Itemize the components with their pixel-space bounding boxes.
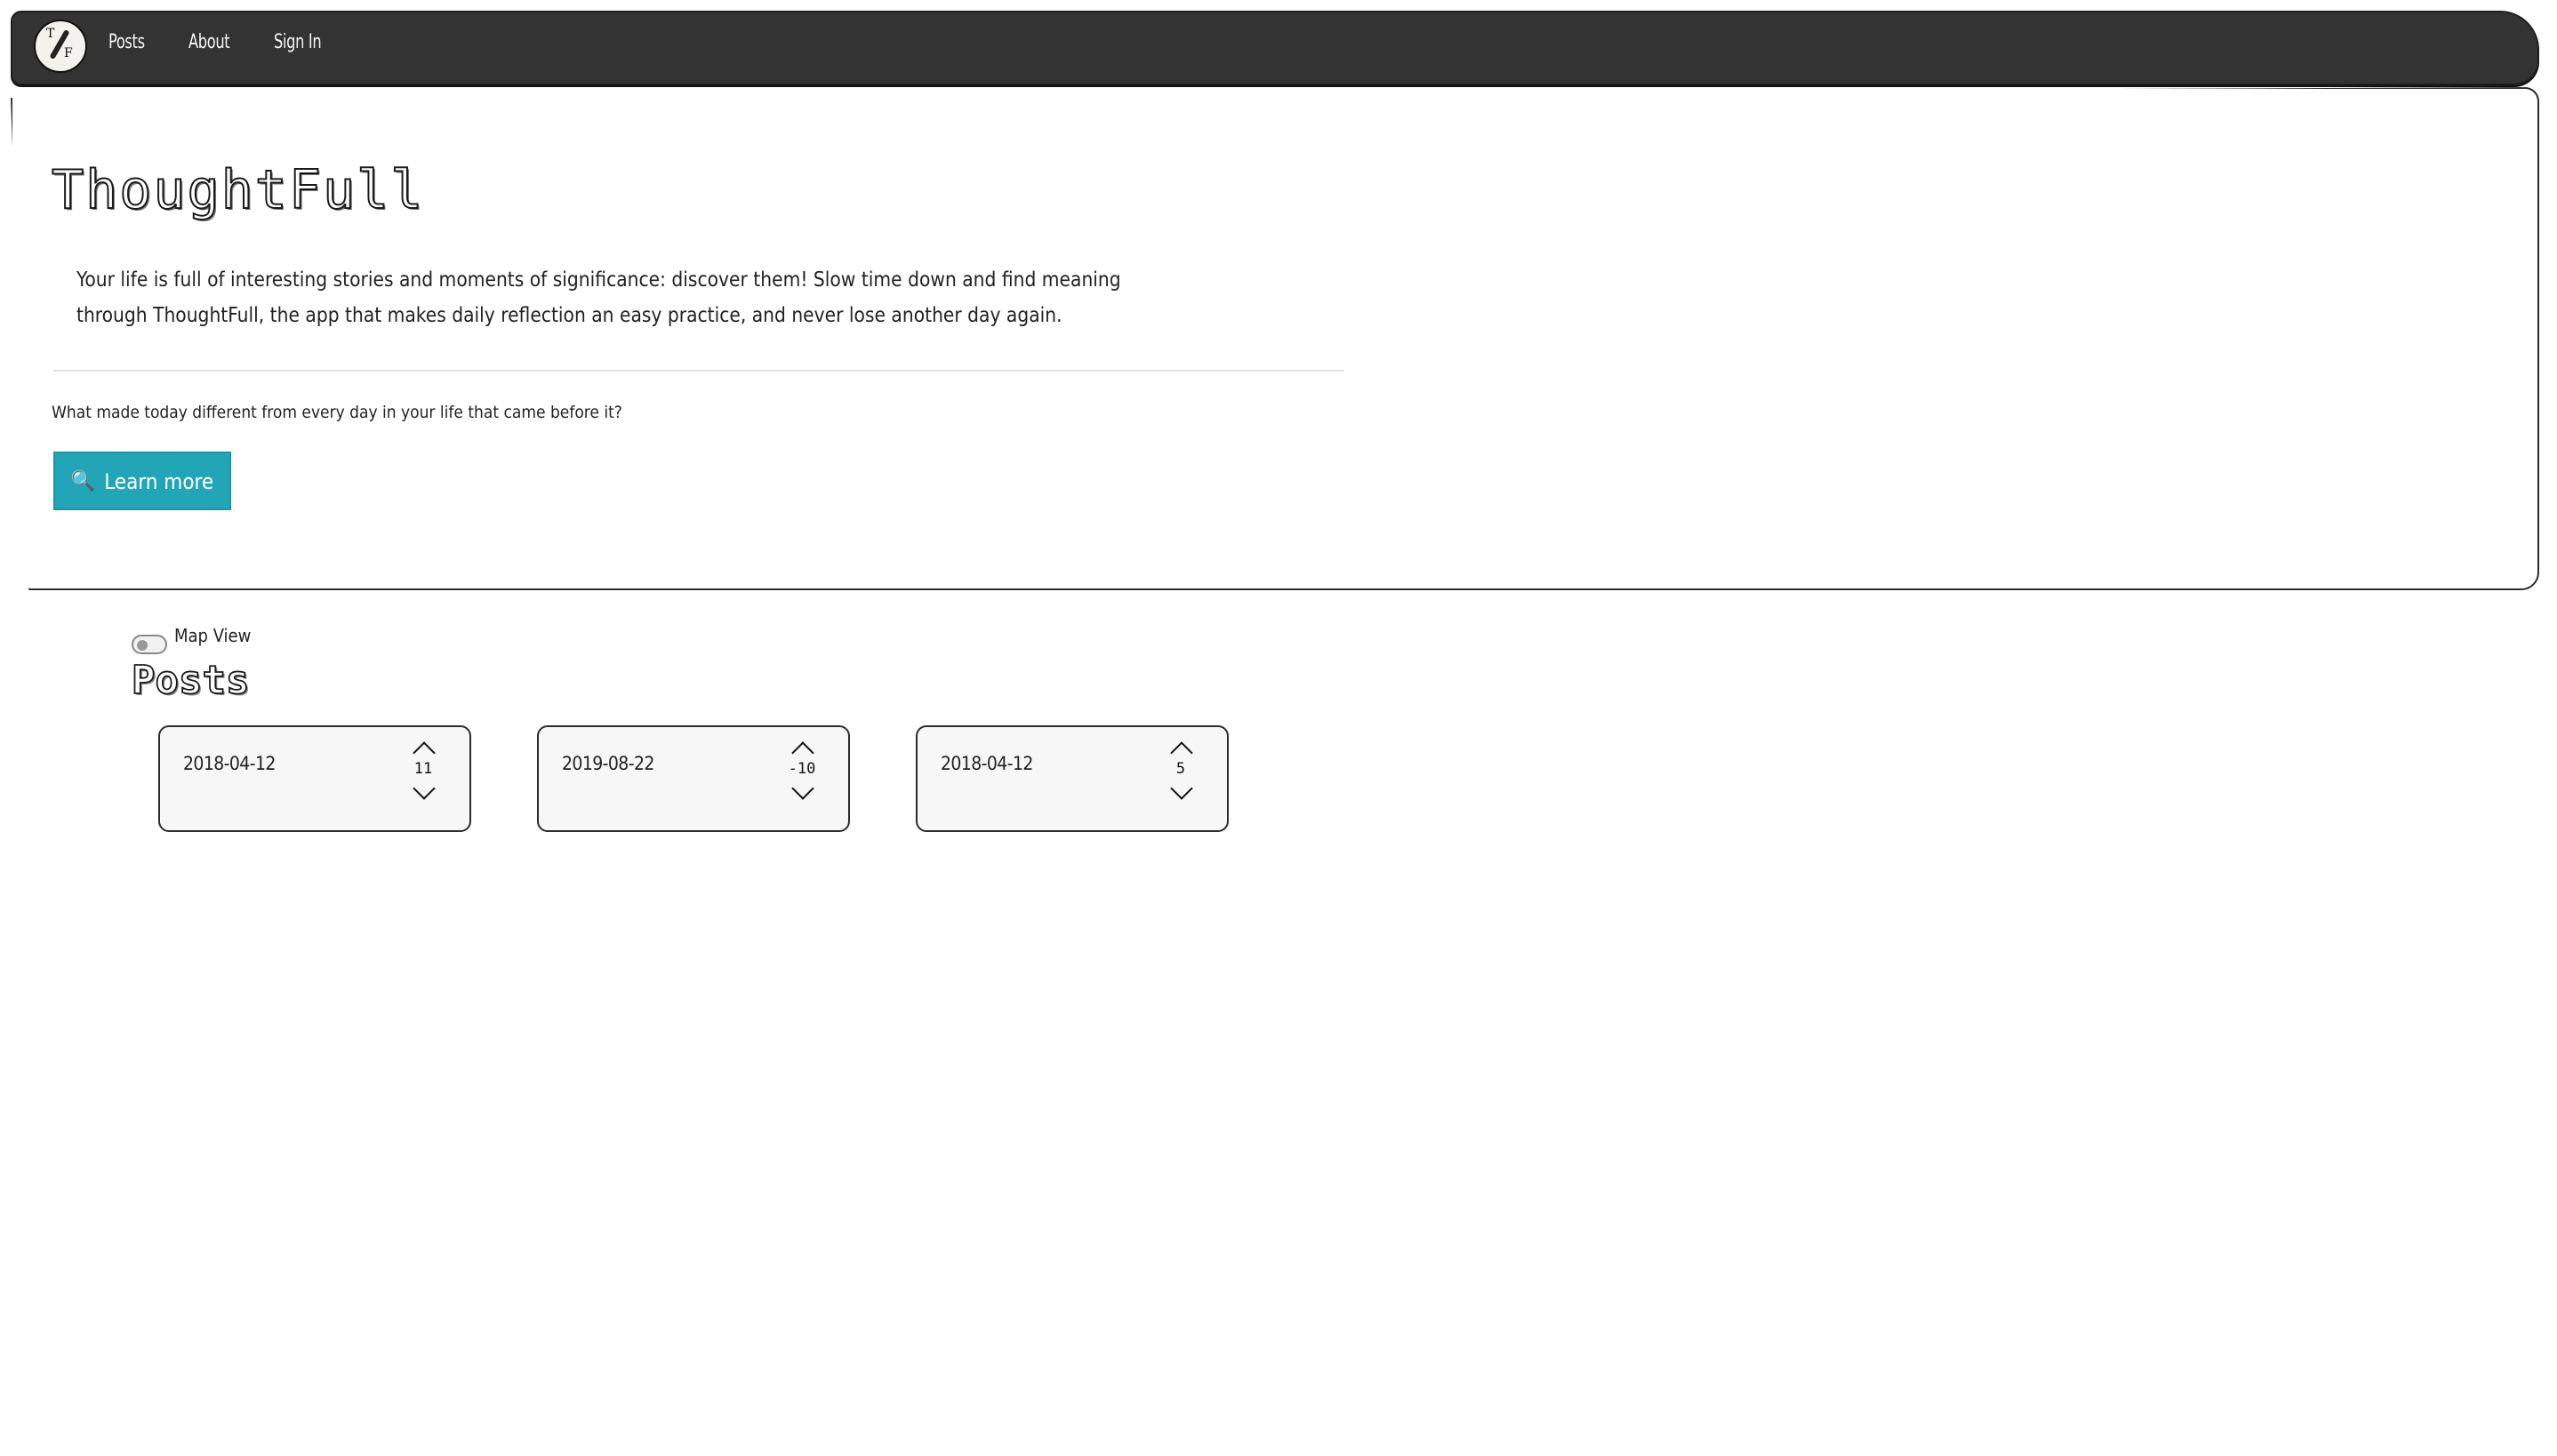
post-card[interactable]: 2019-08-22 -10 <box>537 725 850 832</box>
hero-title: ThoughtFull <box>51 159 425 223</box>
map-view-toggle[interactable] <box>132 635 167 654</box>
hero-lead-text: Your life is full of interesting stories… <box>76 267 1121 327</box>
learn-more-button[interactable]: 🔍 Learn more <box>53 452 231 510</box>
nav-link-sign-in[interactable]: Sign In <box>274 30 322 53</box>
hero-divider <box>53 370 1344 372</box>
magnifying-glass-icon: 🔍 <box>70 469 96 492</box>
downvote-chevron-icon[interactable] <box>412 777 435 800</box>
hero-card: ThoughtFull Your life is full of interes… <box>11 87 2539 590</box>
nav-link-about[interactable]: About <box>188 30 230 53</box>
navbar: T F Posts About Sign In <box>11 11 2539 85</box>
post-date: 2018-04-12 <box>941 754 1033 775</box>
posts-heading: Posts <box>131 659 250 705</box>
vote-widget: 11 <box>402 738 445 800</box>
map-view-label: Map View <box>174 628 252 647</box>
vote-widget: 5 <box>1159 738 1202 800</box>
post-date: 2019-08-22 <box>562 754 654 775</box>
post-card[interactable]: 2018-04-12 11 <box>158 725 471 832</box>
hero-question: What made today different from every day… <box>52 404 622 423</box>
post-date: 2018-04-12 <box>183 754 276 775</box>
downvote-chevron-icon[interactable] <box>790 777 814 800</box>
toggle-knob <box>137 639 148 650</box>
learn-more-label: Learn more <box>104 468 214 493</box>
thoughtfull-logo[interactable]: T F <box>34 20 87 73</box>
nav-links: Posts About Sign In <box>108 30 332 53</box>
downvote-chevron-icon[interactable] <box>1169 777 1192 800</box>
post-card[interactable]: 2018-04-12 5 <box>916 725 1229 832</box>
vote-widget: -10 <box>781 738 823 800</box>
logo-letter-t: T <box>46 27 55 41</box>
logo-letter-f: F <box>64 46 73 60</box>
nav-link-posts[interactable]: Posts <box>108 30 145 53</box>
